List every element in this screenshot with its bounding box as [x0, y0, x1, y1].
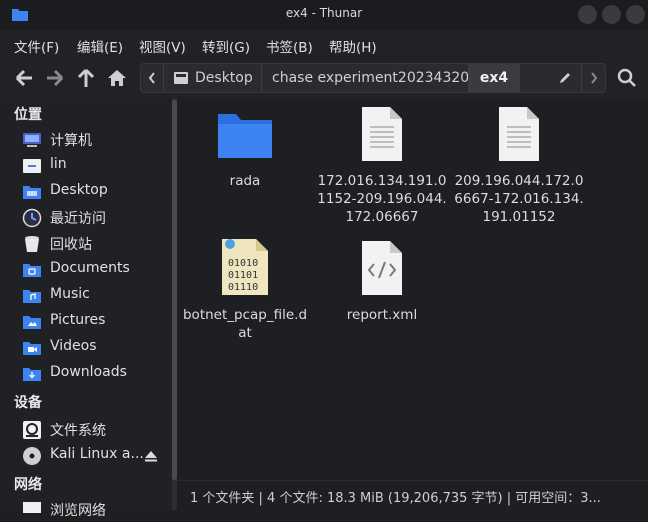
path-left-chevron-icon[interactable]	[141, 64, 163, 92]
path-segment-desktop[interactable]: Desktop	[195, 64, 253, 92]
search-icon[interactable]	[616, 67, 638, 89]
minimize-button[interactable]	[578, 5, 597, 24]
sidebar: 位置 计算机 lin Desktop 最近访问 回收站 Documents Mu…	[0, 98, 172, 519]
status-bar: 1 个文件夹 | 4 个文件: 18.3 MiB (19,206,735 字节)…	[178, 480, 648, 511]
text-file-icon	[362, 107, 402, 161]
optical-disc-icon	[23, 447, 41, 465]
path-segment-ex4[interactable]: ex4	[469, 64, 519, 92]
music-folder-icon	[23, 290, 41, 303]
network-icon	[23, 502, 41, 513]
xml-file-icon	[362, 241, 402, 295]
sidebar-item-label: Documents	[50, 260, 130, 276]
sidebar-item-label: Downloads	[50, 364, 127, 380]
svg-text:01010: 01010	[228, 258, 258, 269]
menu-file[interactable]: 文件(F)	[14, 36, 59, 56]
sidebar-item-label: 浏览网络	[50, 503, 106, 519]
toolbar: Desktop chase experiment20234320 ex4	[0, 58, 648, 99]
home-folder-icon	[23, 159, 41, 173]
binary-file-icon: 01010 01101 01110	[222, 239, 268, 295]
edit-pencil-icon[interactable]	[558, 71, 572, 85]
chevron-left-icon	[148, 72, 155, 84]
menu-go[interactable]: 转到(G)	[202, 36, 250, 56]
up-arrow-icon[interactable]	[75, 67, 97, 89]
folder-icon	[218, 114, 272, 158]
back-arrow-icon[interactable]	[13, 67, 35, 89]
sidebar-item-label: 文件系统	[50, 423, 106, 439]
svg-text:01101: 01101	[228, 270, 258, 281]
svg-text:01110: 01110	[228, 282, 258, 293]
sidebar-item-downloads[interactable]: Downloads	[22, 362, 170, 386]
sidebar-item-desktop[interactable]: Desktop	[22, 180, 170, 204]
sidebar-item-pictures[interactable]: Pictures	[22, 310, 170, 334]
sidebar-item-home[interactable]: lin	[22, 154, 170, 178]
sidebar-item-label: Videos	[50, 338, 97, 354]
sidebar-header-network: 网络	[14, 477, 42, 493]
maximize-button[interactable]	[602, 5, 621, 24]
chevron-right-icon	[590, 72, 597, 84]
home-icon[interactable]	[106, 67, 128, 89]
trash-icon	[25, 236, 39, 252]
sidebar-item-kali-disc[interactable]: Kali Linux a...	[22, 444, 170, 468]
eject-icon[interactable]	[144, 449, 158, 463]
sidebar-item-computer[interactable]: 计算机	[22, 128, 170, 152]
menu-help[interactable]: 帮助(H)	[329, 36, 377, 56]
sidebar-item-label: Desktop	[50, 182, 108, 198]
sidebar-item-label: lin	[50, 156, 67, 172]
sidebar-item-label: Music	[50, 286, 90, 302]
sidebar-item-browse-network[interactable]: 浏览网络	[22, 498, 170, 522]
drive-icon	[174, 72, 188, 84]
menu-bar: 文件(F) 编辑(E) 视图(V) 转到(G) 书签(B) 帮助(H)	[0, 30, 648, 58]
sidebar-item-music[interactable]: Music	[22, 284, 170, 308]
menu-bookmarks[interactable]: 书签(B)	[266, 36, 313, 56]
sidebar-header-places: 位置	[14, 107, 42, 123]
menu-edit[interactable]: 编辑(E)	[77, 36, 123, 56]
desktop-folder-icon	[23, 186, 41, 199]
sidebar-item-videos[interactable]: Videos	[22, 336, 170, 360]
close-button[interactable]	[626, 5, 645, 24]
documents-folder-icon	[23, 264, 41, 277]
pictures-folder-icon	[23, 316, 41, 329]
sidebar-item-label: Pictures	[50, 312, 106, 328]
title-bar: ex4 - Thunar	[0, 0, 648, 30]
file-item-text-1[interactable]: 172.016.134.191.01152-209.196.044.172.06…	[317, 106, 447, 226]
sidebar-item-label: 计算机	[50, 133, 92, 149]
status-text: 1 个文件夹 | 4 个文件: 18.3 MiB (19,206,735 字节)…	[190, 491, 601, 506]
sidebar-item-documents[interactable]: Documents	[22, 258, 170, 282]
path-separator	[163, 64, 164, 92]
sidebar-item-label: 回收站	[50, 237, 92, 253]
path-separator	[519, 64, 520, 92]
file-view: rada 172.016.134.191.01152-209.196.044.1…	[178, 98, 648, 478]
file-item-report-xml[interactable]: report.xml	[317, 240, 447, 324]
file-item-rada[interactable]: rada	[180, 110, 310, 190]
sidebar-item-label: 最近访问	[50, 211, 106, 227]
path-bar: Desktop chase experiment20234320 ex4	[140, 63, 606, 93]
sidebar-item-filesystem[interactable]: 文件系统	[22, 418, 170, 442]
path-separator	[261, 64, 262, 92]
path-right-chevron-icon[interactable]	[582, 64, 605, 92]
menu-view[interactable]: 视图(V)	[139, 36, 186, 56]
filesystem-icon	[23, 421, 41, 439]
sidebar-item-trash[interactable]: 回收站	[22, 232, 170, 256]
computer-icon	[23, 133, 41, 147]
sidebar-item-recent[interactable]: 最近访问	[22, 206, 170, 230]
sidebar-header-devices: 设备	[14, 395, 42, 411]
path-segment-chase-experiment[interactable]: chase experiment20234320	[272, 64, 469, 92]
file-item-botnet-dat[interactable]: 01010 01101 01110 botnet_pcap_file.dat	[180, 238, 310, 342]
videos-folder-icon	[23, 342, 41, 355]
window-title: ex4 - Thunar	[285, 6, 363, 20]
downloads-folder-icon	[23, 368, 41, 381]
sidebar-item-label: Kali Linux a...	[50, 446, 144, 462]
recent-icon	[22, 208, 42, 228]
forward-arrow-icon[interactable]	[44, 67, 66, 89]
sidebar-scrollbar-thumb[interactable]	[172, 100, 177, 480]
text-file-icon	[499, 107, 539, 161]
file-item-text-2[interactable]: 209.196.044.172.06667-172.016.134.191.01…	[454, 106, 584, 226]
